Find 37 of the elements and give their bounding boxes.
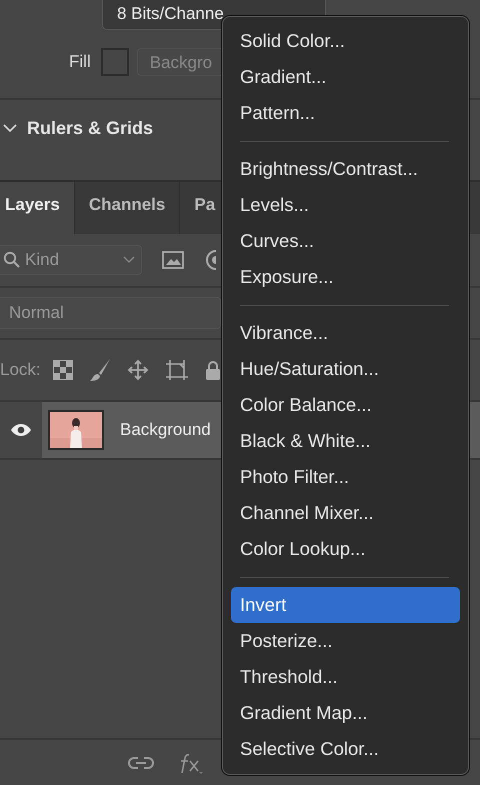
menu-item[interactable]: Color Balance...: [231, 387, 460, 423]
menu-item[interactable]: Brightness/Contrast...: [231, 151, 460, 187]
panel-tab[interactable]: Layers: [0, 182, 75, 234]
checkerboard-icon[interactable]: [52, 360, 73, 380]
fill-label: Fill: [69, 52, 91, 72]
menu-item[interactable]: Invert: [231, 587, 460, 623]
menu-item[interactable]: Hue/Saturation...: [231, 351, 460, 387]
adjustment-filter-icon[interactable]: [204, 250, 216, 270]
menu-item[interactable]: Pattern...: [231, 95, 460, 131]
chevron-icon[interactable]: [3, 123, 17, 133]
brush-icon[interactable]: [88, 358, 111, 382]
caret-icon: [123, 256, 135, 264]
menu-item[interactable]: Posterize...: [231, 623, 460, 659]
link-icon[interactable]: [128, 756, 154, 770]
menu-item[interactable]: Vibrance...: [231, 315, 460, 351]
menu-item[interactable]: Black & White...: [231, 423, 460, 459]
menu-item[interactable]: Levels...: [231, 187, 460, 223]
fill-swatch[interactable]: [100, 48, 129, 76]
menu-item[interactable]: Photo Filter...: [231, 459, 460, 495]
menu-item[interactable]: Color Lookup...: [231, 531, 460, 567]
menu-item[interactable]: Gradient Map...: [231, 695, 460, 731]
artboard-icon[interactable]: [164, 359, 189, 381]
lock-label: Lock:: [0, 360, 41, 380]
menu-item[interactable]: Threshold...: [231, 659, 460, 695]
menu-item[interactable]: Curves...: [231, 223, 460, 259]
eye-icon[interactable]: [10, 423, 32, 437]
layer-name: Background: [120, 420, 211, 440]
menu-item[interactable]: Exposure...: [231, 259, 460, 295]
image-filter-icon[interactable]: [162, 251, 184, 269]
menu-item[interactable]: Selective Color...: [231, 731, 460, 767]
fx-icon[interactable]: [178, 752, 204, 774]
menu-item[interactable]: Channel Mixer...: [231, 495, 460, 531]
panel-tab[interactable]: Channels: [74, 182, 180, 234]
search-icon: [3, 251, 21, 269]
lock-icon[interactable]: [204, 360, 221, 380]
move-icon[interactable]: [126, 359, 149, 381]
section-title[interactable]: Rulers & Grids: [27, 118, 154, 138]
